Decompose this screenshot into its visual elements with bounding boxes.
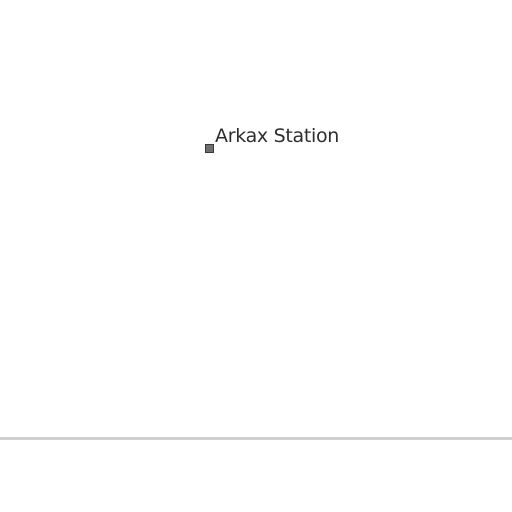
boundary-line	[0, 437, 512, 440]
map-canvas: Arkax Station	[0, 0, 512, 512]
station-label: Arkax Station	[215, 125, 340, 147]
station-marker-icon[interactable]	[205, 144, 214, 153]
